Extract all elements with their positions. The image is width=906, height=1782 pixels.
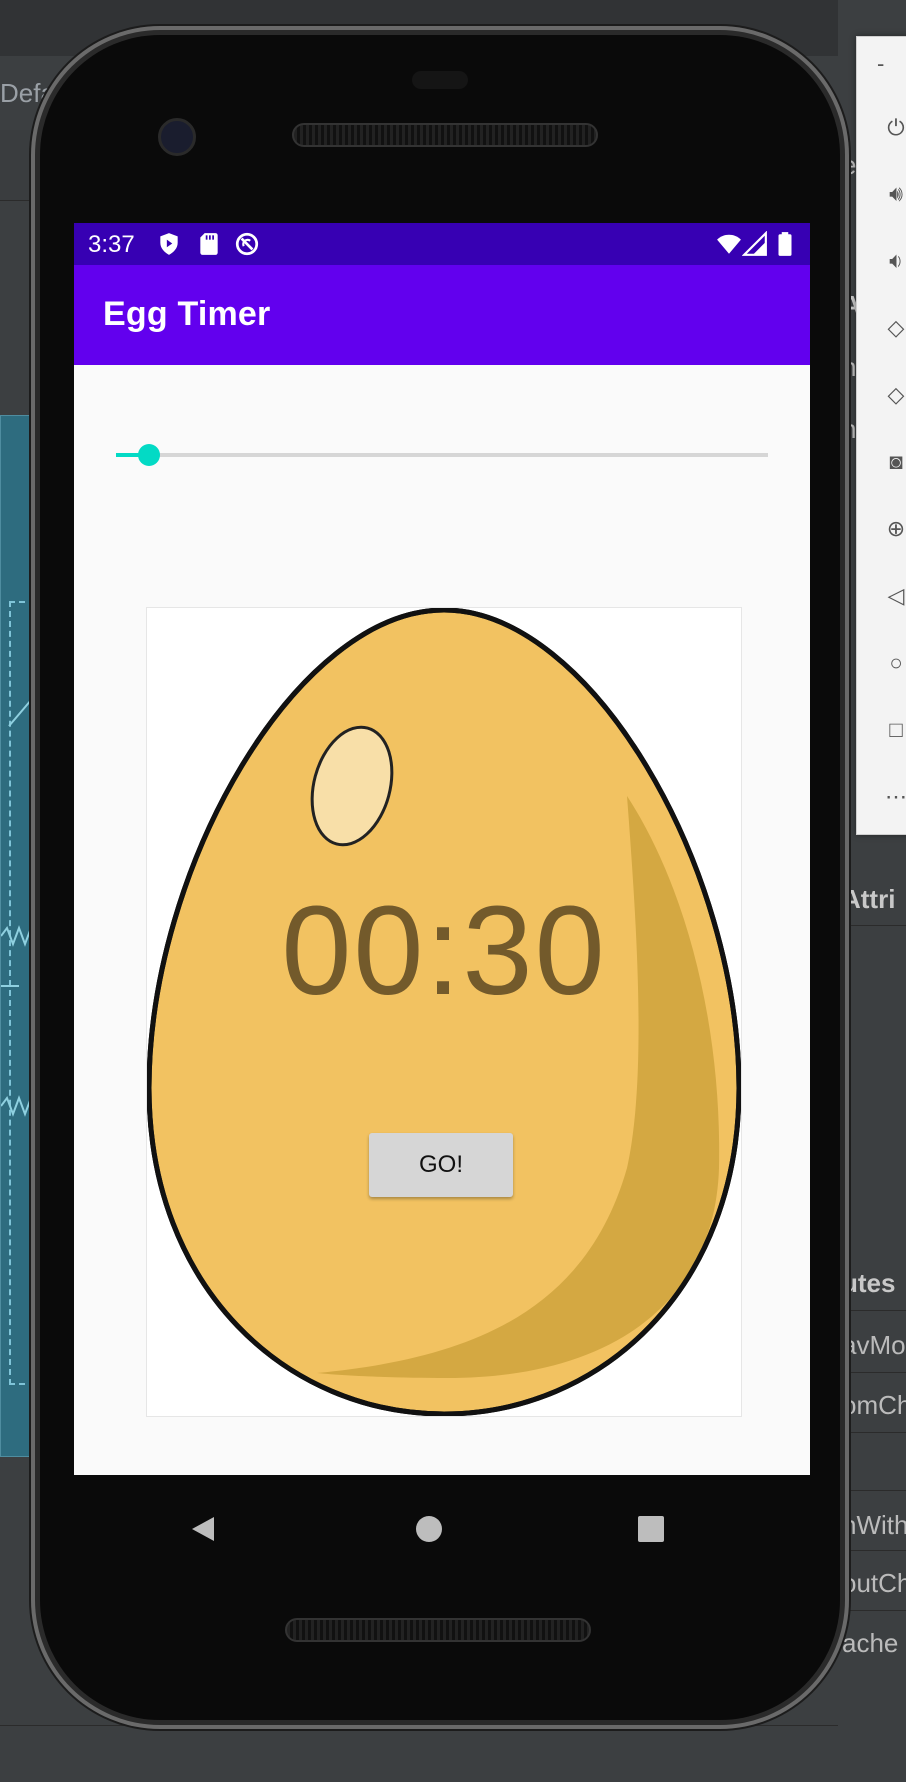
divider bbox=[838, 1550, 906, 1551]
more-icon[interactable]: ⋯ bbox=[881, 782, 906, 812]
android-navigation-bar bbox=[74, 1475, 810, 1555]
time-slider[interactable] bbox=[116, 441, 768, 471]
attr-row-1[interactable]: avMo bbox=[842, 1330, 906, 1361]
signal-icon bbox=[742, 231, 767, 256]
do-not-disturb-icon bbox=[235, 232, 259, 256]
proximity-sensor bbox=[412, 71, 468, 89]
volume-up-icon[interactable]: 🔊︎ bbox=[881, 179, 906, 209]
minimize-button[interactable]: - bbox=[877, 51, 884, 77]
slider-track bbox=[116, 453, 768, 457]
rotate-right-icon[interactable]: ◇ bbox=[881, 380, 906, 410]
app-title: Egg Timer bbox=[103, 295, 271, 333]
attributes-section-header: utes bbox=[842, 1268, 896, 1298]
app-bar: Egg Timer bbox=[74, 265, 810, 365]
blueprint-lines bbox=[1, 685, 43, 1117]
attributes-header: Attri bbox=[842, 884, 896, 914]
egg-image: 00:30 GO! bbox=[146, 607, 742, 1417]
ide-status-bar bbox=[0, 1725, 906, 1782]
zoom-icon[interactable]: ⊕ bbox=[881, 514, 906, 544]
shield-play-icon bbox=[160, 233, 178, 255]
divider bbox=[838, 1490, 906, 1491]
ide-tab-fragment[interactable]: Defa bbox=[0, 78, 55, 109]
sd-card-icon bbox=[200, 233, 218, 255]
overview-icon[interactable]: □ bbox=[881, 715, 906, 745]
wifi-icon bbox=[717, 234, 741, 254]
bottom-speaker bbox=[285, 1618, 591, 1642]
attr-row-4[interactable]: outCh bbox=[842, 1568, 906, 1599]
slider-thumb[interactable] bbox=[138, 444, 160, 466]
back-icon[interactable]: ◁ bbox=[881, 581, 906, 611]
attr-row-5[interactable]: ache bbox=[842, 1628, 906, 1659]
earpiece-speaker bbox=[292, 123, 598, 147]
divider bbox=[838, 1432, 906, 1433]
rotate-left-icon[interactable]: ◇ bbox=[881, 313, 906, 343]
divider bbox=[838, 925, 906, 926]
home-icon[interactable]: ○ bbox=[881, 648, 906, 678]
nav-home-icon[interactable] bbox=[415, 1515, 443, 1543]
device-frame: 3:37 Egg Timer 00:30 GO! bbox=[40, 35, 840, 1720]
timer-display: 00:30 bbox=[281, 880, 607, 1021]
nav-overview-icon[interactable] bbox=[638, 1516, 664, 1542]
nav-back-icon[interactable] bbox=[190, 1515, 216, 1543]
status-bar: 3:37 bbox=[74, 223, 810, 265]
layout-blueprint-preview[interactable] bbox=[0, 415, 45, 1457]
divider bbox=[838, 1310, 906, 1311]
attr-row-3[interactable]: nWith bbox=[842, 1510, 906, 1541]
battery-icon bbox=[778, 232, 792, 256]
device-screen: 3:37 Egg Timer 00:30 GO! bbox=[74, 223, 810, 1475]
divider bbox=[838, 1372, 906, 1373]
status-time: 3:37 bbox=[88, 231, 135, 258]
front-camera bbox=[158, 118, 196, 156]
camera-icon[interactable]: ◙ bbox=[881, 447, 906, 477]
emulator-toolbar: - ⏻ 🔊︎ 🔉︎ ◇ ◇ ◙ ⊕ ◁ ○ □ ⋯ bbox=[856, 36, 906, 835]
power-icon[interactable]: ⏻ bbox=[881, 113, 906, 143]
attr-row-2[interactable]: omCh bbox=[842, 1390, 906, 1421]
go-button[interactable]: GO! bbox=[369, 1133, 513, 1197]
volume-down-icon[interactable]: 🔉︎ bbox=[881, 246, 906, 276]
divider bbox=[838, 1610, 906, 1611]
